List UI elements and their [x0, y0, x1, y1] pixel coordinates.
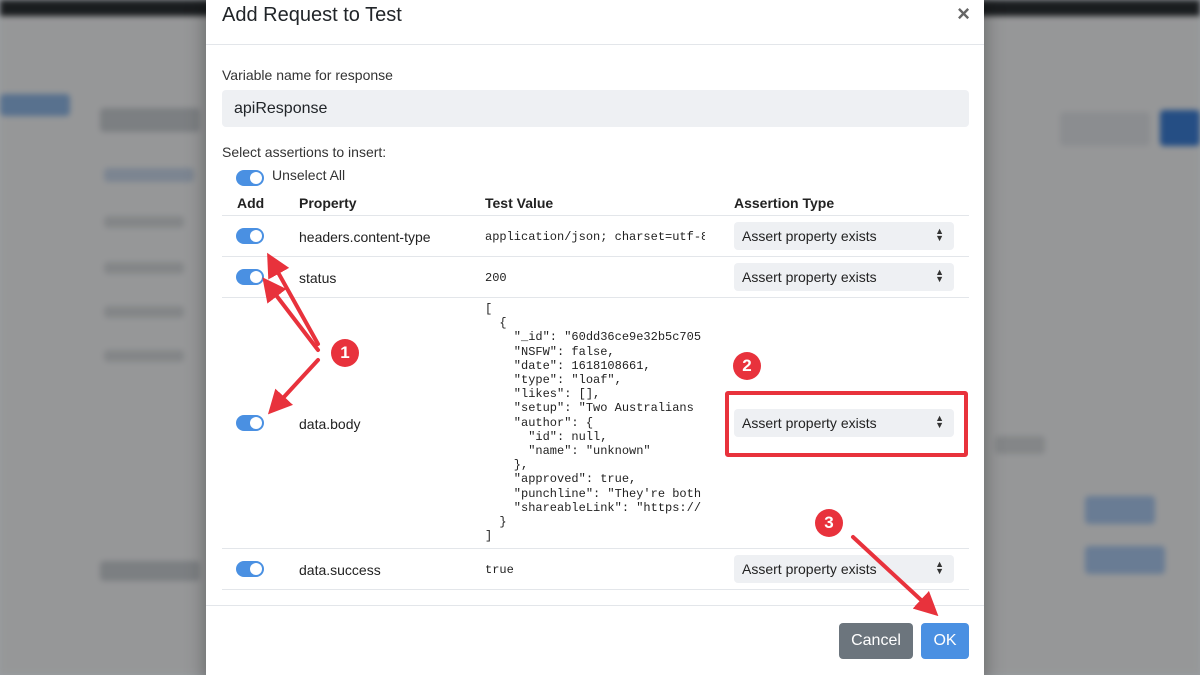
row-toggle-headers-content-type[interactable]	[236, 228, 264, 244]
test-value-json: [ { "_id": "60dd36ce9e32b5c705 "NSFW": f…	[485, 302, 702, 544]
property-cell: status	[299, 270, 337, 286]
property-cell: headers.content-type	[299, 229, 431, 245]
column-header-add: Add	[237, 195, 265, 211]
select-caret-icon: ▲ ▼	[935, 267, 944, 284]
assertion-type-select[interactable]: Assert property exists ▲ ▼	[734, 409, 954, 437]
ok-button[interactable]: OK	[921, 623, 969, 659]
row-toggle-data-success[interactable]	[236, 561, 264, 577]
assertion-type-value: Assert property exists	[742, 415, 877, 431]
select-caret-icon: ▲ ▼	[935, 559, 944, 576]
modal-header: Add Request to Test ×	[206, 0, 984, 45]
header-divider	[222, 215, 969, 216]
row-toggle-status[interactable]	[236, 269, 264, 285]
select-caret-icon: ▲ ▼	[935, 226, 944, 243]
assertion-type-value: Assert property exists	[742, 228, 877, 244]
cancel-button[interactable]: Cancel	[839, 623, 913, 659]
property-cell: data.success	[299, 562, 381, 578]
row-divider	[222, 589, 969, 590]
column-header-assertion-type: Assertion Type	[734, 195, 835, 211]
assertions-label: Select assertions to insert:	[222, 144, 387, 160]
variable-name-label: Variable name for response	[222, 67, 393, 83]
column-header-property: Property	[299, 195, 357, 211]
column-header-test-value: Test Value	[485, 195, 554, 211]
close-icon[interactable]: ×	[957, 2, 970, 26]
row-divider	[222, 548, 969, 549]
modal-title: Add Request to Test	[222, 4, 402, 26]
unselect-all-label: Unselect All	[272, 167, 346, 183]
assertion-type-value: Assert property exists	[742, 269, 877, 285]
row-toggle-data-body[interactable]	[236, 415, 264, 431]
assertion-type-select[interactable]: Assert property exists ▲ ▼	[734, 222, 954, 250]
select-caret-icon: ▲ ▼	[935, 413, 944, 430]
test-value-cell: application/json; charset=utf-8	[485, 230, 705, 244]
row-divider	[222, 297, 969, 298]
property-cell: data.body	[299, 416, 361, 432]
assertion-type-select[interactable]: Assert property exists ▲ ▼	[734, 263, 954, 291]
assertion-type-value: Assert property exists	[742, 561, 877, 577]
variable-name-input[interactable]	[222, 90, 969, 127]
unselect-all-toggle[interactable]	[236, 170, 264, 186]
test-value-cell: 200	[485, 271, 507, 285]
assertion-type-select[interactable]: Assert property exists ▲ ▼	[734, 555, 954, 583]
row-divider	[222, 256, 969, 257]
add-request-modal: Add Request to Test × Variable name for …	[206, 0, 984, 675]
test-value-cell: true	[485, 563, 514, 577]
modal-footer-divider	[206, 605, 984, 606]
